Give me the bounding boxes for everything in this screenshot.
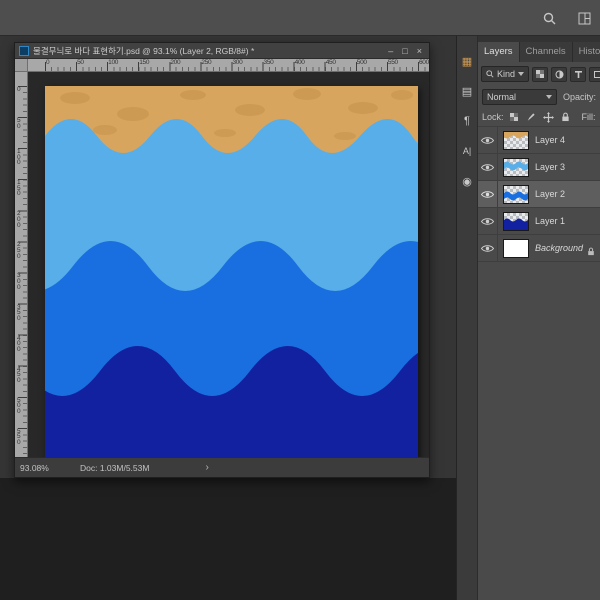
filter-kind-select[interactable]: Kind — [481, 66, 530, 82]
color-panel-icon[interactable]: ▦ — [458, 52, 476, 70]
layer-filter-row: Kind — [478, 62, 600, 86]
ruler-top[interactable]: 0 50 100 150 200 250 300 350 400 450 500 550 600 — [28, 59, 429, 72]
lock-transparency-icon[interactable] — [508, 111, 521, 124]
layer-thumbnail[interactable] — [503, 157, 529, 177]
type-filter-icon[interactable] — [570, 66, 587, 82]
visibility-eye-icon[interactable] — [478, 235, 498, 261]
wave-artwork — [45, 86, 418, 457]
layer-row-background[interactable]: Background — [478, 235, 600, 262]
blend-mode-row: Normal Opacity: — [478, 86, 600, 108]
chevron-down-icon — [545, 95, 552, 99]
lock-row: Lock: Fill: — [478, 108, 600, 127]
layer-row-layer2[interactable]: Layer 2 — [478, 181, 600, 208]
layer-thumbnail[interactable] — [503, 211, 529, 231]
layer-name: Layer 3 — [535, 162, 566, 172]
opacity-label: Opacity: — [562, 92, 596, 102]
ruler-corner[interactable] — [15, 59, 28, 72]
libraries-panel-icon[interactable]: ▤ — [458, 82, 476, 100]
layer-thumbnail[interactable] — [503, 184, 529, 204]
close-button[interactable]: × — [417, 44, 422, 58]
status-bar: 93.08% Doc: 1.03M/5.53M › — [15, 457, 429, 477]
background-lock-icon — [587, 243, 595, 261]
maximize-button[interactable]: □ — [402, 44, 407, 58]
psd-file-icon — [19, 45, 29, 56]
layer-thumbnail[interactable] — [503, 238, 529, 258]
visibility-eye-icon[interactable] — [478, 127, 498, 153]
pixel-filter-icon[interactable] — [532, 66, 549, 82]
ruler-left[interactable]: 05 01 0 01 5 02 0 02 5 03 0 03 5 04 0 04… — [15, 72, 28, 457]
adjustments-panel-icon[interactable]: ◉ — [458, 172, 476, 190]
search-icon[interactable] — [543, 12, 556, 30]
layer-row-layer3[interactable]: Layer 3 — [478, 154, 600, 181]
filter-kind-value: Kind — [497, 69, 516, 79]
visibility-eye-icon[interactable] — [478, 154, 498, 180]
visibility-eye-icon[interactable] — [478, 208, 498, 234]
visibility-eye-icon[interactable] — [478, 181, 498, 207]
document-titlebar[interactable]: 물결무늬로 바다 표현하기.psd @ 93.1% (Layer 2, RGB/… — [15, 43, 429, 59]
blend-mode-select[interactable]: Normal — [482, 89, 557, 105]
tab-channels[interactable]: Channels — [519, 42, 573, 62]
blend-mode-value: Normal — [487, 92, 517, 102]
layer-name: Layer 2 — [535, 189, 566, 199]
filter-search-icon — [486, 70, 494, 78]
document-window: 물결무늬로 바다 표현하기.psd @ 93.1% (Layer 2, RGB/… — [14, 42, 430, 478]
lock-image-icon[interactable] — [525, 111, 538, 124]
layer-name: Background — [535, 243, 584, 253]
status-options-icon[interactable]: › — [205, 462, 208, 473]
layer-thumbnail[interactable] — [503, 130, 529, 150]
canvas[interactable] — [45, 86, 418, 457]
chevron-down-icon — [518, 72, 525, 76]
layer-list: Layer 4 Layer 3 Layer 2 Layer 1 Backgrou… — [478, 127, 600, 262]
panel-icon-strip: ▦ ▤ ¶ A| ◉ — [456, 36, 478, 600]
panel-tabbar: Layers Channels History — [478, 36, 600, 62]
lock-label: Lock: — [482, 112, 504, 122]
layer-row-layer1[interactable]: Layer 1 — [478, 208, 600, 235]
document-title: 물결무늬로 바다 표현하기.psd @ 93.1% (Layer 2, RGB/… — [33, 45, 255, 56]
layers-panel: Layers Channels History Kind Normal Opac… — [478, 36, 600, 600]
paragraph-panel-icon[interactable]: ¶ — [458, 112, 476, 130]
lock-all-icon[interactable] — [559, 111, 572, 124]
layer-name: Layer 4 — [535, 135, 566, 145]
zoom-level-field[interactable]: 93.08% — [20, 463, 78, 473]
lock-position-icon[interactable] — [542, 111, 555, 124]
character-panel-icon[interactable]: A| — [458, 142, 476, 160]
workspace-switcher-icon[interactable] — [578, 12, 591, 30]
shape-filter-icon[interactable] — [589, 66, 600, 82]
document-size-readout: Doc: 1.03M/5.53M — [80, 462, 150, 473]
pasteboard — [28, 72, 429, 457]
adjustment-filter-icon[interactable] — [551, 66, 568, 82]
tab-layers[interactable]: Layers — [478, 42, 520, 62]
layer-row-layer4[interactable]: Layer 4 — [478, 127, 600, 154]
tab-history[interactable]: History — [572, 42, 600, 62]
layer-name: Layer 1 — [535, 216, 566, 226]
fill-label: Fill: — [581, 112, 596, 122]
minimize-button[interactable]: – — [388, 44, 393, 58]
application-bar — [0, 0, 600, 36]
